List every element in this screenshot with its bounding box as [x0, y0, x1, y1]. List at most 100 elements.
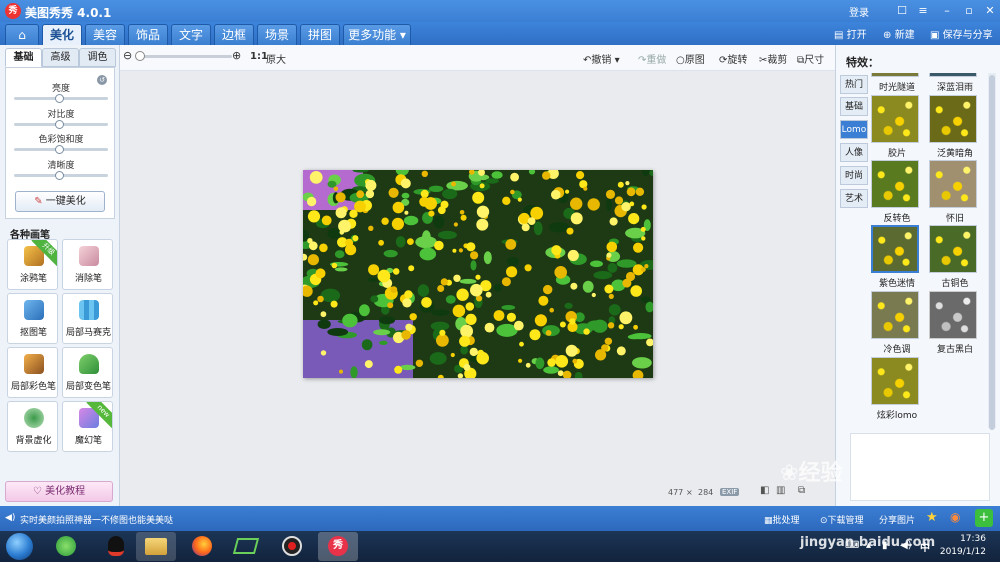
tab-frame[interactable]: 边框 [214, 24, 254, 45]
clock-time[interactable]: 17:36 [960, 534, 986, 544]
taskbar-360-browser[interactable] [46, 532, 86, 561]
effects-scroll-thumb[interactable] [989, 75, 995, 430]
share-image-button[interactable]: 分享图片 [879, 513, 915, 526]
category-hot[interactable]: 热门 [840, 75, 868, 94]
brush-local-color[interactable]: 局部彩色笔 [7, 347, 58, 398]
brush-doodle[interactable]: 升级 涂鸦笔 [7, 239, 58, 290]
taskbar-explorer[interactable] [136, 532, 176, 561]
original-image-button[interactable]: ○原图 [676, 51, 705, 66]
subtab-advanced[interactable]: 高级 [42, 48, 79, 67]
contrast-knob[interactable] [55, 120, 64, 129]
zoom-out-icon[interactable]: ⊖ [123, 49, 132, 62]
tab-collage[interactable]: 拼图 [300, 24, 340, 45]
effects-title: 特效： [846, 56, 879, 69]
effect-colorful-lomo[interactable]: 炫彩lomo [871, 357, 923, 421]
zoom-slider-knob[interactable] [135, 51, 145, 61]
brush-mosaic[interactable]: 局部马赛克 [62, 293, 113, 344]
original-size-button[interactable]: 原大 [266, 51, 286, 66]
brightness-slider[interactable] [14, 94, 108, 103]
effect-retro-bw[interactable]: 复古黑白 [929, 291, 981, 355]
brightness-knob[interactable] [55, 94, 64, 103]
saturation-slider[interactable] [14, 145, 108, 154]
home-tab[interactable]: ⌂ [5, 24, 39, 45]
sharpness-knob[interactable] [55, 171, 64, 180]
menu-bar: ⌂ 美化 美容 饰品 文字 边框 场景 拼图 更多功能 ▾ ▤ 打开 ⊕ 新建 … [0, 22, 1000, 45]
effect-film[interactable]: 胶片 [871, 95, 923, 159]
tab-accessories[interactable]: 饰品 [128, 24, 168, 45]
taskbar-meitu[interactable]: 秀 [318, 532, 358, 561]
login-link[interactable]: 登录 [849, 4, 869, 19]
star-icon[interactable]: ★ [926, 510, 938, 525]
category-art[interactable]: 艺术 [840, 189, 868, 208]
flower-shape [566, 227, 574, 235]
maximize-button[interactable]: ▫ [958, 2, 980, 19]
category-lomo[interactable]: Lomo [840, 120, 868, 139]
tab-text[interactable]: 文字 [171, 24, 211, 45]
effect-bronze[interactable]: 古铜色 [929, 225, 981, 289]
chevron-down-icon: ▾ [614, 55, 620, 66]
image-canvas[interactable]: 477 × 284 EXIF ◧ ▥ ⧉ [120, 71, 835, 506]
flower-shape [609, 217, 618, 226]
open-button[interactable]: ▤ 打开 [834, 26, 867, 41]
compare-view-icon[interactable]: ◧ [760, 485, 769, 496]
effect-invert[interactable]: 反转色 [871, 160, 923, 224]
beautify-tutorial-button[interactable]: ♡ 美化教程 [5, 481, 113, 502]
zoom-slider[interactable] [140, 55, 232, 58]
zoom-in-icon[interactable]: ⊕ [232, 49, 241, 62]
close-button[interactable]: ✕ [979, 2, 1000, 19]
flower-shape [452, 304, 466, 318]
effects-scrollbar[interactable] [988, 73, 996, 430]
weibo-icon[interactable]: ◉ [950, 510, 960, 524]
new-button[interactable]: ⊕ 新建 [883, 26, 915, 41]
rotate-label: 旋转 [727, 55, 748, 66]
flower-shape [463, 363, 471, 371]
tab-beautify[interactable]: 美化 [42, 24, 82, 45]
save-share-button[interactable]: ▣ 保存与分享 [930, 26, 993, 41]
tab-more-functions[interactable]: 更多功能 ▾ [343, 24, 411, 45]
exif-button[interactable]: EXIF [720, 488, 740, 496]
edited-photo[interactable] [303, 170, 653, 378]
start-button[interactable] [6, 533, 33, 560]
brush-cutout[interactable]: 抠图笔 [7, 293, 58, 344]
effect-nostalgia[interactable]: 怀旧 [929, 160, 981, 224]
effect-thumbnail [871, 291, 919, 339]
feedback-icon[interactable]: ☐ [891, 2, 913, 19]
category-basic[interactable]: 基础 [840, 97, 868, 116]
taskbar-media-app[interactable] [226, 532, 266, 561]
tab-beauty[interactable]: 美容 [85, 24, 125, 45]
taskbar-qq[interactable] [96, 532, 136, 561]
minimize-button[interactable]: – [936, 2, 958, 19]
effect-time-tunnel[interactable]: 时光隧道 [871, 73, 923, 93]
speaker-icon[interactable]: ◀) [5, 513, 15, 523]
batch-process-button[interactable]: ▦批处理 [764, 513, 800, 526]
brush-eraser[interactable]: 消除笔 [62, 239, 113, 290]
redo-button[interactable]: ↷重做 [638, 51, 666, 66]
contrast-slider[interactable] [14, 120, 108, 129]
sharpness-slider[interactable] [14, 171, 108, 180]
promo-message[interactable]: 实时美颜拍照神器一不修图也能美美哒 [20, 513, 173, 526]
effect-cool-tone[interactable]: 冷色调 [871, 291, 923, 355]
category-fashion[interactable]: 时尚 [840, 166, 868, 185]
saturation-knob[interactable] [55, 145, 64, 154]
crop-button[interactable]: ✂裁剪 [759, 51, 787, 66]
brush-magic[interactable]: new 魔幻笔 [62, 401, 113, 452]
one-click-beautify-button[interactable]: ✎ 一键美化 [15, 191, 105, 212]
resize-button[interactable]: ⧉尺寸 [797, 51, 824, 66]
undo-button[interactable]: ↶撤销 ▾ [583, 51, 620, 66]
effect-purple-passion[interactable]: 紫色迷情 [871, 225, 923, 289]
taskbar-firefox[interactable] [182, 532, 222, 561]
category-portrait[interactable]: 人像 [840, 143, 868, 162]
brush-local-recolor[interactable]: 局部变色笔 [62, 347, 113, 398]
effect-yellow-vignette[interactable]: 泛黄暗角 [929, 95, 981, 159]
effect-deep-blue[interactable]: 深蓝泪雨 [929, 73, 981, 93]
subtab-basic[interactable]: 基础 [5, 48, 42, 67]
taskbar-recorder[interactable] [272, 532, 312, 561]
brush-background-blur[interactable]: 背景虚化 [7, 401, 58, 452]
add-icon[interactable]: + [975, 509, 993, 527]
menu-icon[interactable]: ≡ [912, 2, 934, 19]
rotate-button[interactable]: ⟳旋转 [719, 51, 747, 66]
clock-date[interactable]: 2019/1/12 [940, 547, 986, 557]
download-manager-button[interactable]: ⊙下载管理 [820, 513, 864, 526]
subtab-color[interactable]: 调色 [79, 48, 116, 67]
tab-scene[interactable]: 场景 [257, 24, 297, 45]
